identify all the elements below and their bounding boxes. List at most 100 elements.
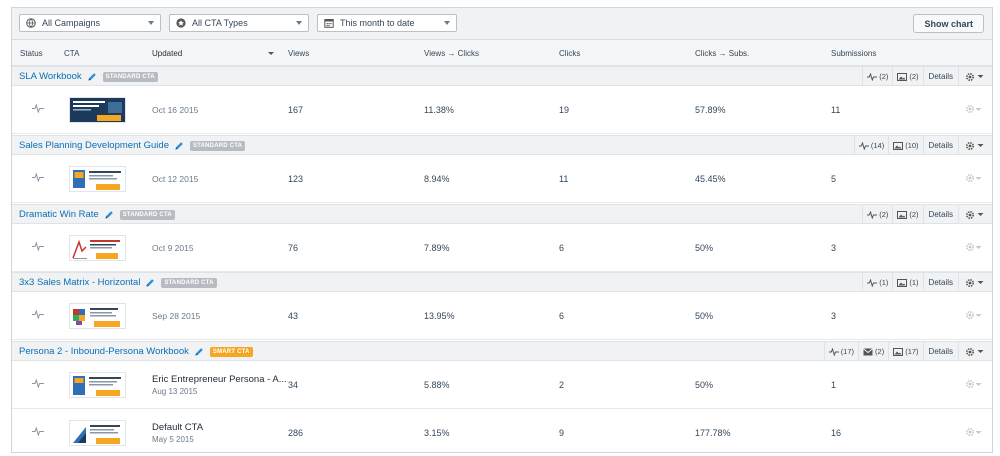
campaign-filter-select[interactable]: All Campaigns: [19, 14, 161, 32]
group-actions-menu[interactable]: [958, 136, 992, 155]
chevron-down-icon: [977, 350, 984, 353]
ab-test-count[interactable]: (2): [862, 67, 892, 86]
group-actions-menu[interactable]: [958, 205, 992, 224]
row-actions-menu[interactable]: [965, 379, 982, 389]
table-row: Oct 12 2015 123 8.94% 11 45.45% 5: [12, 155, 992, 203]
cta-thumbnail[interactable]: [69, 372, 126, 398]
views-value: 43: [288, 311, 299, 321]
clicks-subs-value: 50%: [695, 311, 714, 321]
row-actions-menu[interactable]: [965, 104, 982, 114]
row-actions-menu[interactable]: [965, 310, 982, 320]
envelope-icon: [863, 347, 873, 355]
cta-title-link[interactable]: Sales Planning Development Guide: [19, 140, 169, 151]
pulse-icon[interactable]: [32, 379, 44, 388]
cta-title-link[interactable]: SLA Workbook: [19, 71, 82, 82]
group-actions-menu[interactable]: [958, 273, 992, 292]
chevron-down-icon: [977, 144, 984, 147]
views-clicks-value: 5.88%: [424, 380, 450, 390]
group-actions-menu[interactable]: [958, 67, 992, 86]
column-views-clicks[interactable]: Views → Clicks: [424, 49, 479, 58]
date-range-select[interactable]: This month to date: [317, 14, 457, 32]
cta-thumbnail[interactable]: [69, 97, 126, 123]
column-status[interactable]: Status: [20, 49, 43, 58]
pencil-icon[interactable]: [194, 347, 204, 357]
column-updated[interactable]: Updated: [152, 49, 182, 58]
updated-date: Sep 28 2015: [152, 311, 201, 321]
details-link[interactable]: Details: [922, 136, 958, 155]
variant-count[interactable]: (2): [892, 205, 922, 224]
cta-thumbnail[interactable]: [69, 420, 126, 446]
cta-thumbnail[interactable]: [69, 303, 126, 329]
cta-thumbnail[interactable]: [69, 166, 126, 192]
pencil-icon[interactable]: [87, 72, 97, 82]
chevron-down-icon: [975, 430, 982, 434]
pulse-icon[interactable]: [32, 173, 44, 182]
pulse-icon[interactable]: [32, 310, 44, 319]
cta-title-link[interactable]: Dramatic Win Rate: [19, 209, 99, 220]
variant-count[interactable]: (1): [892, 273, 922, 292]
row-actions-menu[interactable]: [965, 173, 982, 183]
column-clicks[interactable]: Clicks: [559, 49, 580, 58]
cta-thumbnail[interactable]: [69, 235, 126, 261]
submissions-value: 3: [831, 311, 837, 321]
column-cta[interactable]: CTA: [64, 49, 79, 58]
cta-type-filter-select[interactable]: All CTA Types: [169, 14, 309, 32]
pulse-icon: [867, 210, 878, 219]
gear-icon: [965, 347, 975, 356]
updated-date: Oct 9 2015: [152, 243, 194, 253]
ab-test-count[interactable]: (14): [853, 136, 888, 155]
table-header: Status CTA Updated Views Views → Clicks …: [12, 40, 992, 66]
details-link[interactable]: Details: [922, 342, 958, 361]
standard-cta-badge: STANDARD CTA: [102, 71, 158, 82]
column-submissions[interactable]: Submissions: [831, 49, 876, 58]
pulse-icon[interactable]: [32, 242, 44, 251]
cta-title-link[interactable]: Persona 2 - Inbound-Persona Workbook: [19, 346, 189, 357]
chevron-down-icon: [444, 21, 450, 25]
pulse-icon: [867, 72, 878, 81]
updated-date: Oct 12 2015: [152, 174, 199, 184]
row-actions-menu[interactable]: [965, 427, 982, 437]
clicks-subs-value: 57.89%: [695, 105, 726, 115]
variant-count[interactable]: (17): [888, 342, 922, 361]
ab-test-count[interactable]: (2): [862, 205, 892, 224]
clicks-value: 19: [559, 105, 570, 115]
gear-icon: [965, 427, 975, 437]
pencil-icon[interactable]: [104, 210, 114, 220]
chevron-down-icon: [975, 245, 982, 249]
cta-group-header: 3x3 Sales Matrix - Horizontal STANDARD C…: [12, 272, 992, 292]
ab-test-count[interactable]: (1): [862, 273, 892, 292]
updated-date: May 5 2015: [152, 435, 194, 444]
chevron-down-icon: [296, 21, 302, 25]
show-chart-button[interactable]: Show chart: [913, 14, 984, 33]
variant-name: Eric Entrepreneur Persona - A...: [152, 374, 287, 385]
submissions-value: 11: [831, 105, 841, 115]
variant-count[interactable]: (10): [888, 136, 922, 155]
column-views[interactable]: Views: [288, 49, 309, 58]
ab-test-count[interactable]: (17): [823, 342, 858, 361]
chevron-down-icon: [977, 213, 984, 216]
details-link[interactable]: Details: [922, 273, 958, 292]
pencil-icon[interactable]: [145, 278, 155, 288]
table-row: Eric Entrepreneur Persona - A... Aug 13 …: [12, 361, 992, 409]
pulse-icon[interactable]: [32, 427, 44, 436]
pulse-icon: [828, 347, 839, 356]
standard-cta-badge: STANDARD CTA: [161, 277, 217, 288]
smart-rule-count[interactable]: (2): [858, 342, 888, 361]
gear-icon: [965, 72, 975, 81]
column-clicks-subs[interactable]: Clicks → Subs.: [695, 49, 749, 58]
row-actions-menu[interactable]: [965, 242, 982, 252]
views-clicks-value: 11.38%: [424, 105, 454, 115]
image-icon: [897, 72, 908, 81]
pencil-icon[interactable]: [174, 141, 184, 151]
cta-title-link[interactable]: 3x3 Sales Matrix - Horizontal: [19, 277, 140, 288]
pulse-icon: [858, 141, 869, 150]
clicks-value: 2: [559, 380, 565, 390]
details-link[interactable]: Details: [922, 67, 958, 86]
variant-count[interactable]: (2): [892, 67, 922, 86]
pulse-icon[interactable]: [32, 104, 44, 113]
details-link[interactable]: Details: [922, 205, 958, 224]
views-clicks-value: 3.15%: [424, 428, 450, 438]
group-actions-menu[interactable]: [958, 342, 992, 361]
clicks-subs-value: 50%: [695, 380, 714, 390]
cta-group-header: Dramatic Win Rate STANDARD CTA (2) (2) D…: [12, 204, 992, 224]
